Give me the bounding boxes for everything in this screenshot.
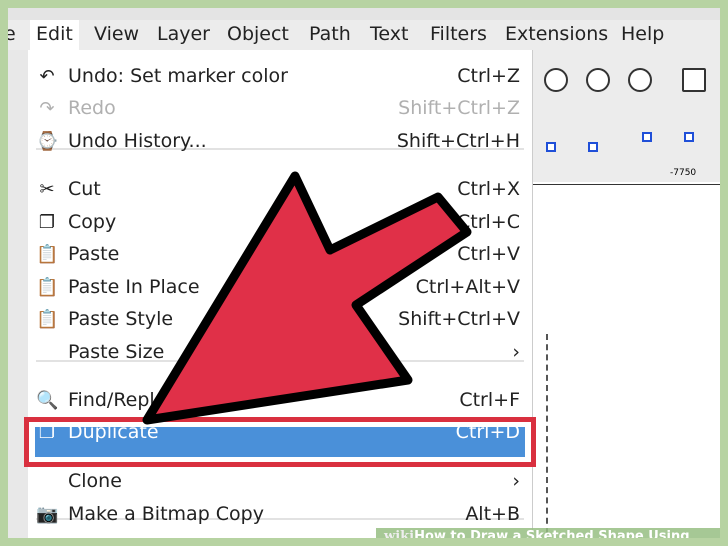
- annotation-arrow: [142, 171, 472, 425]
- red-arrow-shape: [142, 171, 472, 425]
